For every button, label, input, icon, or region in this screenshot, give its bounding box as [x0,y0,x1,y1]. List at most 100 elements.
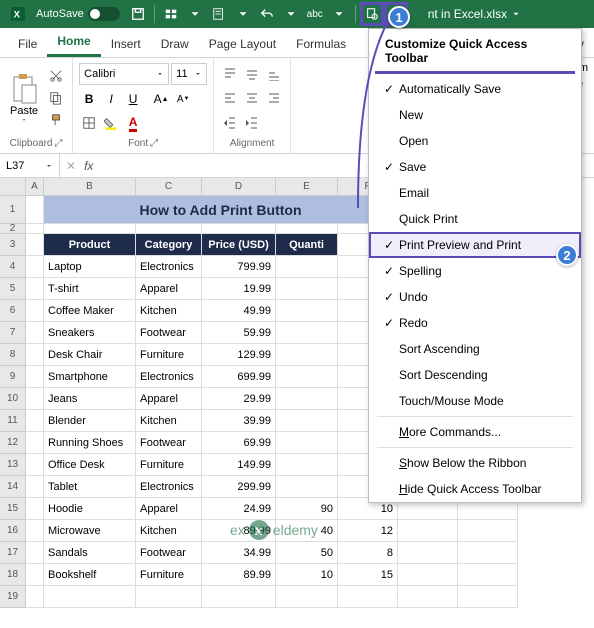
cell[interactable]: Kitchen [136,520,202,542]
cell[interactable]: Apparel [136,498,202,520]
tab-page-layout[interactable]: Page Layout [199,31,286,57]
cell[interactable]: 89.99 [202,564,276,586]
cell[interactable]: Furniture [136,454,202,476]
menu-item[interactable]: Open [369,128,581,154]
cell[interactable] [276,388,338,410]
cell[interactable] [26,278,44,300]
menu-item[interactable]: ✓Redo [369,310,581,336]
cell[interactable]: Footwear [136,542,202,564]
table-header[interactable]: Category [136,234,202,256]
cell[interactable]: 149.99 [202,454,276,476]
row-header[interactable]: 6 [0,300,26,322]
menu-hide-qat[interactable]: Hide Quick Access Toolbar [369,476,581,502]
cell[interactable]: Footwear [136,432,202,454]
align-middle-icon[interactable] [242,64,262,84]
cell[interactable]: 8 [338,542,398,564]
tab-insert[interactable]: Insert [101,31,151,57]
cell[interactable] [26,410,44,432]
cell[interactable] [276,300,338,322]
cell[interactable] [26,366,44,388]
row-header[interactable]: 8 [0,344,26,366]
cell[interactable] [26,520,44,542]
cell[interactable]: 59.99 [202,322,276,344]
cell[interactable] [398,542,458,564]
filename[interactable]: nt in Excel.xlsx [428,7,521,21]
cell[interactable]: Office Desk [44,454,136,476]
cell[interactable] [276,322,338,344]
table-header[interactable]: Product [44,234,136,256]
cell[interactable] [276,454,338,476]
cell[interactable] [26,564,44,586]
cell[interactable]: Electronics [136,366,202,388]
tab-home[interactable]: Home [47,28,100,57]
form-icon[interactable] [209,4,229,24]
dialog-launcher-icon[interactable]: ⤢ [54,138,62,149]
table-header[interactable]: Quanti [276,234,338,256]
cell[interactable]: Smartphone [44,366,136,388]
cell[interactable]: 129.99 [202,344,276,366]
col-header[interactable]: E [276,178,338,196]
align-right-icon[interactable] [264,88,284,108]
row-header[interactable]: 10 [0,388,26,410]
cell[interactable]: Sandals [44,542,136,564]
font-size-select[interactable]: 11 [171,63,207,85]
cell[interactable]: T-shirt [44,278,136,300]
font-color-icon[interactable]: A [123,113,143,133]
underline-button[interactable]: U [123,89,143,109]
cell[interactable]: Apparel [136,278,202,300]
decrease-font-icon[interactable]: A▼ [173,89,193,109]
cell[interactable] [276,366,338,388]
font-name-select[interactable]: Calibri [79,63,169,85]
cell[interactable]: 29.99 [202,388,276,410]
row-header[interactable]: 18 [0,564,26,586]
cell[interactable] [26,256,44,278]
table-header[interactable]: Price (USD) [202,234,276,256]
cell[interactable] [276,344,338,366]
cell[interactable]: 10 [276,564,338,586]
cell[interactable] [398,564,458,586]
col-header[interactable]: D [202,178,276,196]
cell[interactable] [26,542,44,564]
cell[interactable] [276,476,338,498]
bold-button[interactable]: B [79,89,99,109]
increase-indent-icon[interactable] [242,112,262,132]
cell[interactable]: Tablet [44,476,136,498]
align-bottom-icon[interactable] [264,64,284,84]
cell[interactable] [458,542,518,564]
row-header[interactable]: 5 [0,278,26,300]
cell[interactable]: Microwave [44,520,136,542]
cell[interactable] [26,300,44,322]
cell[interactable] [26,476,44,498]
row-header[interactable]: 14 [0,476,26,498]
cell[interactable] [26,196,44,224]
qat-extra-icon[interactable] [161,4,181,24]
cell[interactable]: Jeans [44,388,136,410]
cell[interactable] [458,520,518,542]
fx-cancel-icon[interactable]: ✕ [66,159,76,173]
cell[interactable]: 49.99 [202,300,276,322]
dialog-launcher-icon[interactable]: ⤢ [150,138,158,149]
cell[interactable]: 12 [338,520,398,542]
cell[interactable] [26,322,44,344]
tab-file[interactable]: File [8,31,47,57]
cell[interactable]: 15 [338,564,398,586]
save-icon[interactable] [128,4,148,24]
row-header[interactable]: 11 [0,410,26,432]
cell[interactable]: Desk Chair [44,344,136,366]
cell[interactable]: Blender [44,410,136,432]
menu-item[interactable]: Touch/Mouse Mode [369,388,581,414]
cell[interactable] [26,432,44,454]
cell[interactable]: 799.99 [202,256,276,278]
menu-item[interactable]: New [369,102,581,128]
col-header[interactable]: A [26,178,44,196]
cell[interactable]: Coffee Maker [44,300,136,322]
title-cell[interactable]: How to Add Print Button [44,196,398,224]
name-box[interactable]: L37 [0,154,60,177]
chevron-down-icon[interactable] [233,4,253,24]
row-header[interactable]: 9 [0,366,26,388]
cell[interactable] [276,432,338,454]
cell[interactable]: 24.99 [202,498,276,520]
decrease-indent-icon[interactable] [220,112,240,132]
cell[interactable]: 699.99 [202,366,276,388]
cell[interactable]: Laptop [44,256,136,278]
